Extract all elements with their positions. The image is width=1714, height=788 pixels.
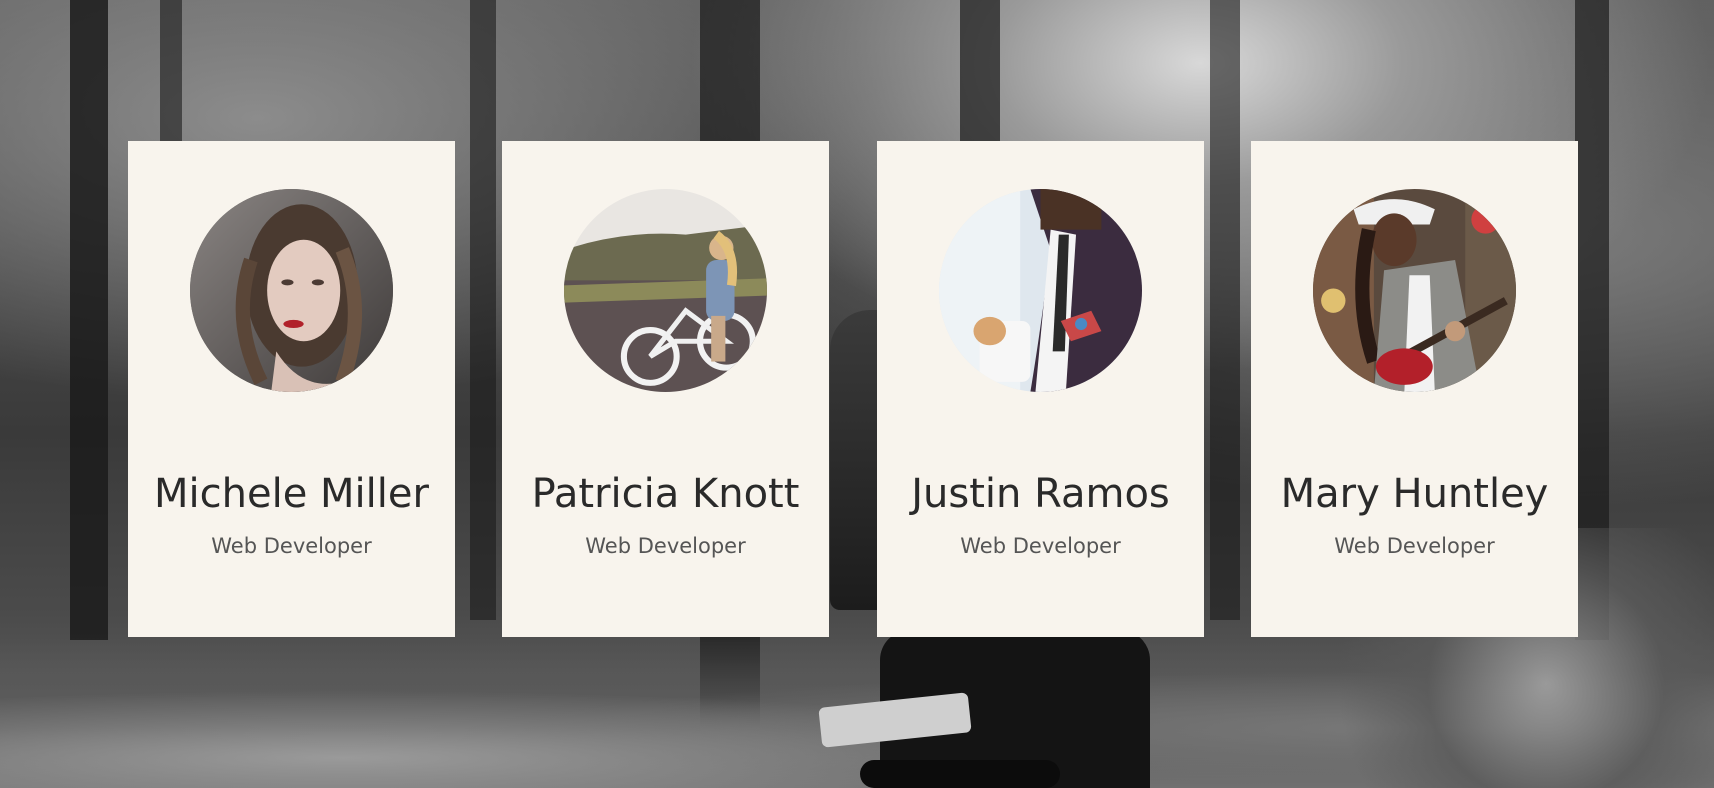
team-card-patricia-knott: Patricia Knott Web Developer <box>502 141 829 637</box>
avatar <box>190 189 393 392</box>
member-name: Patricia Knott <box>531 471 800 517</box>
member-name: Justin Ramos <box>911 471 1170 517</box>
member-role: Web Developer <box>960 534 1121 558</box>
woman-bicycle-photo-icon <box>564 189 767 392</box>
team-card-michele-miller: Michele Miller Web Developer <box>128 141 455 637</box>
member-role: Web Developer <box>1334 534 1495 558</box>
avatar <box>939 189 1142 392</box>
member-role: Web Developer <box>211 534 372 558</box>
member-name: Michele Miller <box>154 471 429 517</box>
member-role: Web Developer <box>585 534 746 558</box>
portrait-woman-photo-icon <box>190 189 393 392</box>
team-card-justin-ramos: Justin Ramos Web Developer <box>877 141 1204 637</box>
avatar <box>1313 189 1516 392</box>
man-suit-coffee-photo-icon <box>939 189 1142 392</box>
woman-guitar-photo-icon <box>1313 189 1516 392</box>
team-card-mary-huntley: Mary Huntley Web Developer <box>1251 141 1578 637</box>
member-name: Mary Huntley <box>1280 471 1549 517</box>
team-cards: Michele Miller Web Developer Patricia Kn… <box>0 0 1714 788</box>
avatar <box>564 189 767 392</box>
